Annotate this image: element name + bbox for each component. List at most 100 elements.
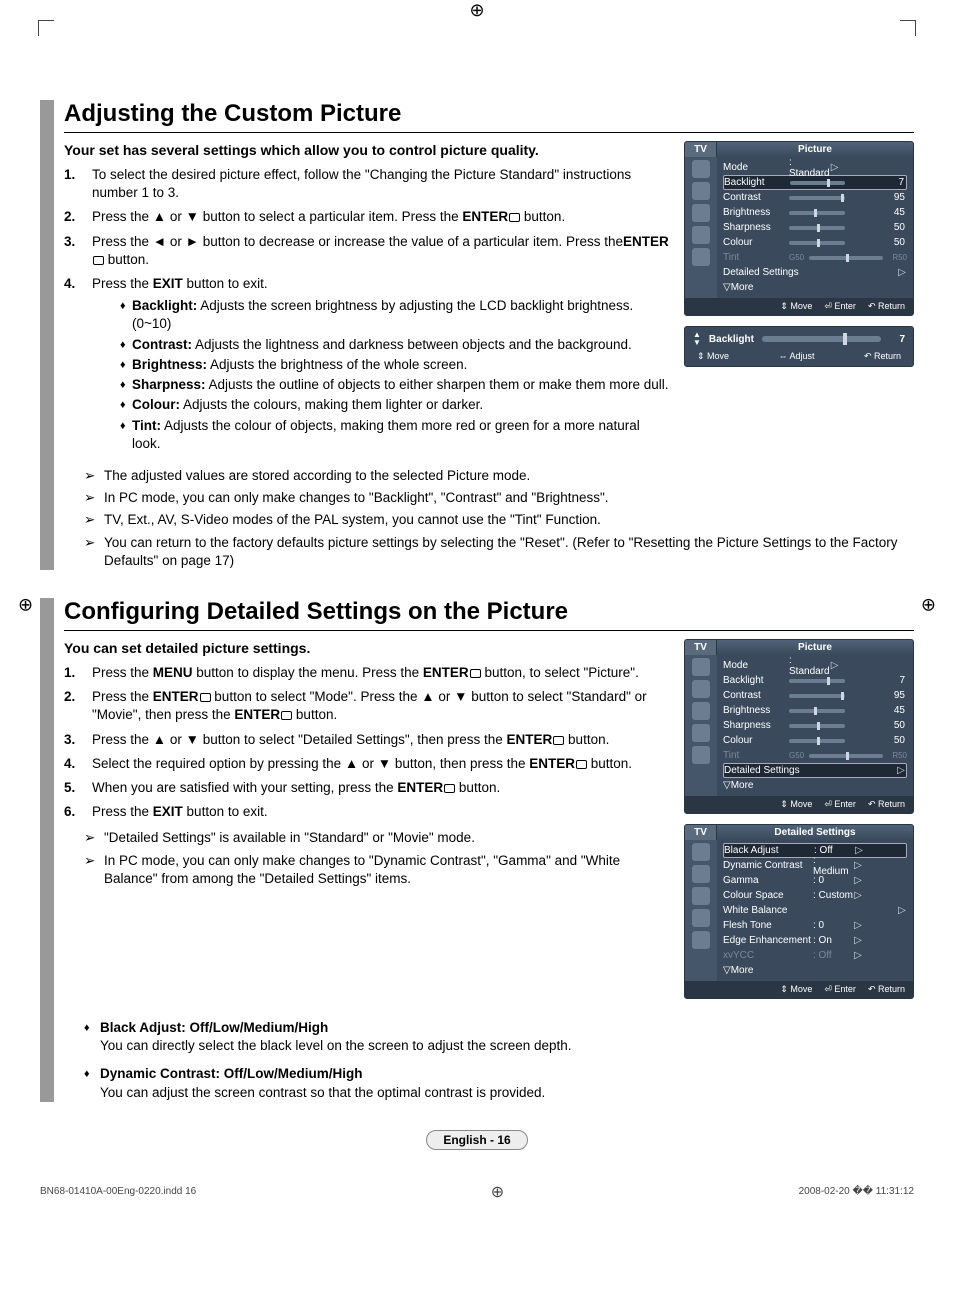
note-1: The adjusted values are stored according… [84,467,914,485]
chevron-right-icon: ▷ [897,267,907,278]
section-intro: You can set detailed picture settings. [64,639,670,658]
enter-icon [553,736,564,745]
chevron-right-icon: ▷ [853,890,863,901]
osd-row-contrast: Contrast95 [723,190,907,205]
chevron-right-icon: ▷ [830,162,840,173]
note-4: You can return to the factory defaults p… [84,534,914,570]
enter-icon [576,760,587,769]
crop-corner-tl [38,20,54,36]
osd-row-flesh-tone: Flesh Tone: 0▷ [723,918,907,933]
crop-mark-top-icon: ⊕ [469,0,484,21]
osd-row-colour: Colour50 [723,235,907,250]
chevron-right-icon: ▷ [853,875,863,886]
chevron-right-icon: ▷ [830,660,840,671]
osd-row-mode: Mode: Standard▷ [723,160,907,175]
osd-detailed-settings-panel: TV Detailed Settings Black Adjust: Off▷ … [684,824,914,999]
osd-footer: ⇕ Move ⏎ Enter ↶ Return [685,298,913,315]
osd-category-icons [685,655,717,796]
enter-icon [200,693,211,702]
osd-row-brightness: Brightness45 [723,205,907,220]
chevron-right-icon: ▷ [853,920,863,931]
step-2: Press the ENTER button to select "Mode".… [64,688,670,724]
osd-category-icons [685,840,717,981]
enter-icon [470,669,481,678]
updown-icon: ▲▼ [693,331,701,347]
subopt-black-adjust: Black Adjust: Off/Low/Medium/HighYou can… [84,1019,914,1055]
adjust-value: 7 [889,334,905,345]
crop-mark-left-icon: ⊕ [18,594,33,615]
osd-row-sharpness: Sharpness50 [723,220,907,235]
osd-row-white-balance: White Balance▷ [723,903,907,918]
crop-mark-bottom-icon: ⊕ [491,1182,504,1202]
osd-category-icons [685,157,717,298]
osd-hint-move: ⇕ Move [780,301,812,312]
step-1: Press the MENU button to display the men… [64,664,670,682]
osd-tv-label: TV [685,825,717,840]
step-6: Press the EXIT button to exit. [64,803,670,821]
section-title: Configuring Detailed Settings on the Pic… [64,598,914,631]
bullets-list: Backlight: Adjusts the screen brightness… [92,297,670,453]
osd-row-tint: TintG50R50 [723,250,907,265]
osd-row-xvycc: xvYCC: Off▷ [723,948,907,963]
osd-row-edge-enhancement: Edge Enhancement: On▷ [723,933,907,948]
step-3: Press the ▲ or ▼ button to select "Detai… [64,731,670,749]
print-timestamp: 2008-02-20 �� 11:31:12 [799,1186,914,1197]
chevron-right-icon: ▷ [897,905,907,916]
osd-row-more: ▽More [723,963,907,978]
crop-mark-right-icon: ⊕ [921,594,936,615]
osd-hint-adjust: ⇔ Adjust [778,351,814,362]
enter-icon [281,711,292,720]
osd-hint-return: ↶ Return [868,301,905,312]
crop-corner-tr [900,20,916,36]
osd-row-dynamic-contrast: Dynamic Contrast: Medium▷ [723,858,907,873]
subopt-dynamic-contrast: Dynamic Contrast: Off/Low/Medium/HighYou… [84,1065,914,1101]
osd-title: Picture [717,142,913,157]
osd-row-colour-space: Colour Space: Custom▷ [723,888,907,903]
chevron-right-icon: ▷ [853,935,863,946]
page-number-pill: English - 16 [426,1130,527,1150]
page-footer: English - 16 [40,1130,914,1150]
notes-list: The adjusted values are stored according… [64,467,914,570]
osd-title: Picture [717,640,913,655]
note-2: In PC mode, you can only make changes to… [84,489,914,507]
osd-row-detailed-settings: Detailed Settings▷ [723,265,907,280]
osd-picture-panel: TV Picture Mode: Standard▷ Backlight7 Co… [684,141,914,316]
osd-row-detailed-settings: Detailed Settings▷ [723,763,907,778]
osd-adjust-panel: ▲▼ Backlight 7 ⇕ Move ⇔ Adjust ↶ Return [684,326,914,367]
step-5: When you are satisfied with your setting… [64,779,670,797]
step-1: To select the desired picture effect, fo… [64,166,670,202]
enter-icon [509,213,520,222]
notes-list: "Detailed Settings" is available in "Sta… [64,829,670,888]
steps-list: To select the desired picture effect, fo… [64,166,670,453]
chevron-right-icon: ▷ [853,860,863,871]
step-4: Press the EXIT button to exit. Backlight… [64,275,670,453]
chevron-right-icon: ▷ [896,765,906,776]
osd-tv-label: TV [685,640,717,655]
osd-hint-enter: ⏎ Enter [824,301,856,312]
adjust-slider [762,336,881,342]
section-title: Adjusting the Custom Picture [64,100,914,133]
step-4: Select the required option by pressing t… [64,755,670,773]
note-2: In PC mode, you can only make changes to… [84,852,670,888]
print-metadata: BN68-01410A-00Eng-0220.indd 16 ⊕ 2008-02… [40,1182,914,1202]
osd-tv-label: TV [685,142,717,157]
adjust-label: Backlight [709,334,754,345]
enter-icon [93,256,104,265]
osd-row-gamma: Gamma: 0▷ [723,873,907,888]
chevron-right-icon: ▷ [853,950,863,961]
step-3: Press the ◄ or ► button to decrease or i… [64,233,670,269]
osd-hint-move: ⇕ Move [697,351,729,362]
section-configuring-detailed-settings: Configuring Detailed Settings on the Pic… [40,598,914,1102]
osd-picture-panel-2: TV Picture Mode: Standard▷ Backlight7 Co… [684,639,914,814]
note-1: "Detailed Settings" is available in "Sta… [84,829,670,847]
steps-list: Press the MENU button to display the men… [64,664,670,822]
suboptions-list: Black Adjust: Off/Low/Medium/HighYou can… [64,1019,914,1102]
chevron-right-icon: ▷ [854,845,864,856]
osd-hint-return: ↶ Return [864,351,901,362]
osd-title: Detailed Settings [717,825,913,840]
section-intro: Your set has several settings which allo… [64,141,670,160]
print-file: BN68-01410A-00Eng-0220.indd 16 [40,1186,196,1197]
section-adjusting-custom-picture: Adjusting the Custom Picture Your set ha… [40,100,914,570]
osd-row-more: ▽More [723,280,907,295]
enter-icon [444,784,455,793]
